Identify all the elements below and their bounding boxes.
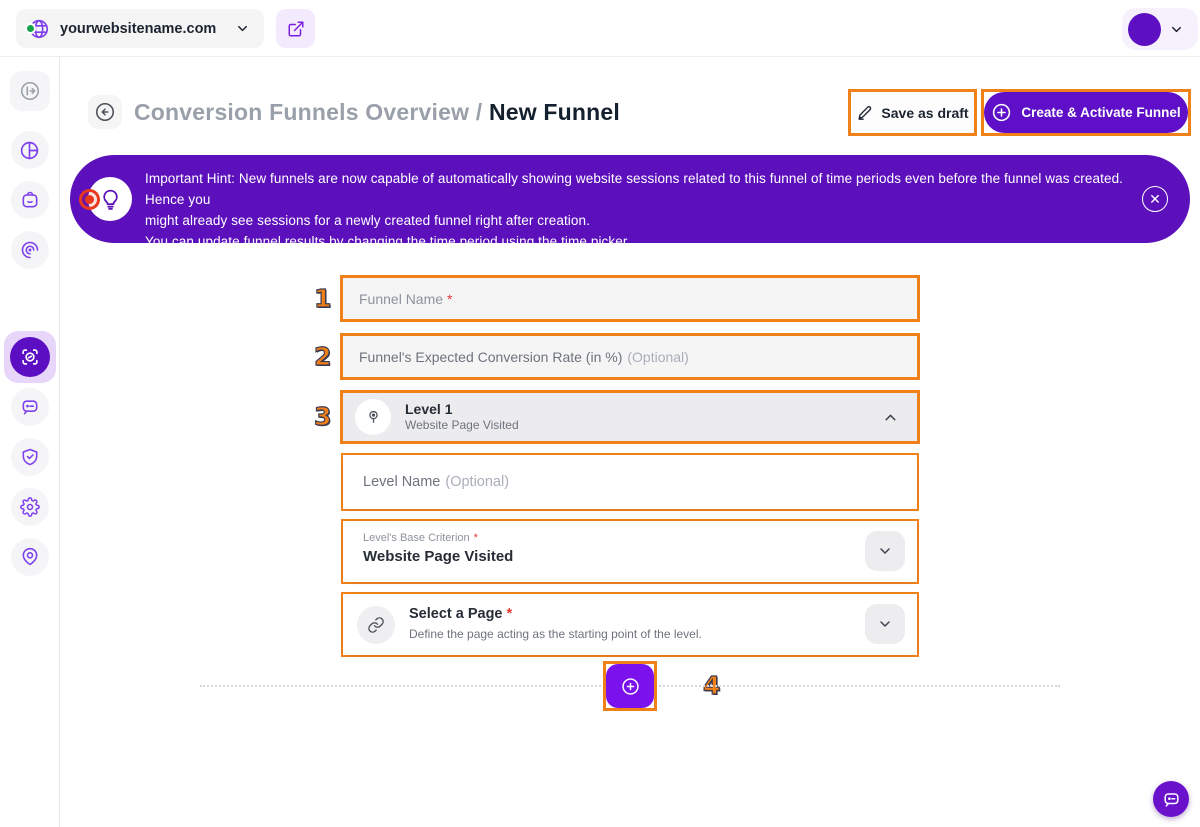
gear-icon [20,497,40,517]
hint-line-2: might already see sessions for a newly c… [145,210,1145,231]
conversion-rate-placeholder: Funnel's Expected Conversion Rate (in %) [359,349,622,365]
page-title: New Funnel [489,99,620,125]
pin-icon [364,408,383,427]
base-criterion-label: Level's Base Criterion * [363,532,478,544]
red-annotation-marker [79,189,100,210]
account-menu[interactable] [1122,8,1198,50]
select-page-description: Define the page acting as the starting p… [409,627,702,641]
sidebar-item-recordings[interactable] [11,231,49,269]
chevron-down-icon [235,21,250,36]
plus-circle-icon [991,102,1012,123]
optional-hint: (Optional) [627,349,688,365]
save-draft-annotation-box: Save as draft [848,89,977,136]
conversion-rate-input[interactable]: Funnel's Expected Conversion Rate (in %)… [343,336,917,377]
website-globe-icon [28,18,50,40]
create-activate-funnel-button[interactable]: Create & Activate Funnel [984,92,1188,133]
external-link-icon [287,20,305,38]
sidebar-item-settings[interactable] [11,488,49,526]
chat-bubble-icon [20,397,40,417]
conversion-rate-annotation-box: Funnel's Expected Conversion Rate (in %)… [340,333,920,380]
shopping-bag-icon [20,190,40,210]
funnel-name-annotation-box: Funnel Name * [340,275,920,322]
base-criterion-select[interactable]: Level's Base Criterion * Website Page Vis… [343,521,917,582]
sidebar-item-funnels-active[interactable] [4,331,56,383]
level-pin-badge [355,399,391,435]
level-1-accordion-header[interactable]: Level 1 Website Page Visited [343,393,917,441]
save-as-draft-button[interactable]: Save as draft [851,92,974,133]
shield-check-icon [20,447,40,467]
funnel-name-input[interactable]: Funnel Name * [343,278,917,319]
hint-line-3: You can update funnel results by changin… [145,231,1145,252]
save-draft-label: Save as draft [881,105,968,121]
select-page-title-text: Select a Page [409,606,503,622]
lightbulb-icon [98,187,123,212]
sidebar-item-shop[interactable] [11,181,49,219]
map-pin-icon [20,547,40,567]
funnel-scan-icon [10,337,50,377]
step-annotation-3: 3 [314,402,331,431]
banner-close-button[interactable]: ✕ [1142,186,1168,212]
required-asterisk: * [507,606,513,622]
create-funnel-label: Create & Activate Funnel [1021,105,1180,120]
avatar [1128,13,1161,46]
hint-text: Important Hint: New funnels are now capa… [145,168,1145,252]
select-page-title: Select a Page* [409,606,512,622]
select-page-control[interactable]: Select a Page* Define the page acting as… [343,594,917,655]
base-criterion-value: Website Page Visited [363,548,513,565]
app-root: yourwebsitename.com [0,0,1200,827]
level-subtitle: Website Page Visited [405,418,519,433]
sidebar-nav [0,57,60,827]
back-button[interactable] [88,95,122,129]
sidebar-item-privacy[interactable] [11,438,49,476]
level-name-annotation-box: Level Name (Optional) [341,453,919,511]
pie-chart-icon [19,140,40,161]
arrow-left-circle-icon [94,101,116,123]
website-name-label: yourwebsitename.com [60,21,235,37]
level-header-annotation-box: Level 1 Website Page Visited [340,390,920,444]
add-level-annotation-box [603,661,657,711]
plus-circle-icon [620,676,641,697]
select-page-annotation-box: Select a Page* Define the page acting as… [341,592,919,657]
create-funnel-annotation-box: Create & Activate Funnel [981,89,1191,136]
base-criterion-dropdown-button[interactable] [865,531,905,571]
required-asterisk: * [447,291,452,307]
support-chat-button[interactable] [1153,781,1189,817]
hint-line-1: Important Hint: New funnels are now capa… [145,168,1145,210]
level-name-placeholder: Level Name [363,474,440,490]
link-icon [367,616,385,634]
pencil-icon [856,104,873,121]
open-website-button[interactable] [276,9,315,48]
chevron-down-icon [1169,22,1184,37]
required-asterisk: * [474,532,478,544]
chevron-up-icon[interactable] [882,409,899,426]
add-level-button[interactable] [606,664,654,708]
link-badge [357,606,395,644]
funnel-name-placeholder: Funnel Name [359,291,443,307]
level-title: Level 1 [405,401,519,418]
sidebar-item-locations[interactable] [11,538,49,576]
status-dot [25,23,36,34]
step-annotation-1: 1 [314,284,331,313]
sidebar-item-dashboard[interactable] [11,131,49,169]
breadcrumb-parent[interactable]: Conversion Funnels Overview / [134,99,482,125]
base-criterion-label-text: Level's Base Criterion [363,532,470,544]
chat-bubble-icon [1162,790,1181,809]
optional-hint: (Optional) [445,474,509,490]
sidebar-item-collapse[interactable] [10,71,50,111]
base-criterion-annotation-box: Level's Base Criterion * Website Page Vis… [341,519,919,584]
top-bar: yourwebsitename.com [0,0,1200,57]
collapse-arrow-icon [19,80,41,102]
sidebar-item-feedback[interactable] [11,388,49,426]
website-selector[interactable]: yourwebsitename.com [16,9,264,48]
breadcrumb: Conversion Funnels Overview / New Funnel [134,99,620,126]
level-name-input[interactable]: Level Name (Optional) [343,455,917,509]
level-header-text: Level 1 Website Page Visited [405,401,519,433]
step-annotation-2: 2 [314,342,331,371]
close-icon: ✕ [1149,192,1161,206]
replay-spiral-icon [20,240,40,260]
important-hint-banner: Important Hint: New funnels are now capa… [70,155,1190,243]
select-page-dropdown-button[interactable] [865,604,905,644]
